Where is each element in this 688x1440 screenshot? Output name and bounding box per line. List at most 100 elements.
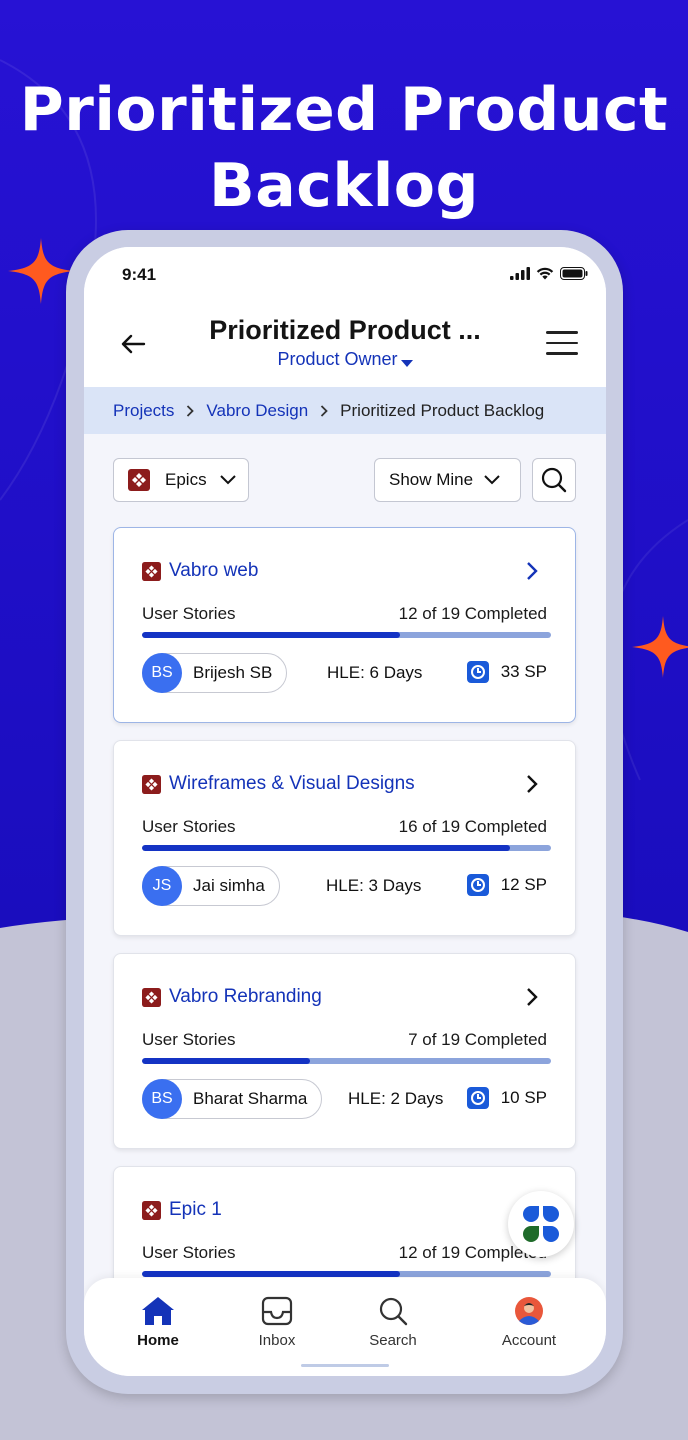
search-icon xyxy=(379,1297,408,1326)
show-mine-label: Show Mine xyxy=(389,470,474,489)
progress-bar xyxy=(142,632,551,638)
avatar: BS xyxy=(142,653,182,693)
tab-home-label: Home xyxy=(137,1332,179,1349)
tab-home[interactable]: Home xyxy=(103,1296,213,1349)
epic-icon xyxy=(142,561,161,581)
progress-fill xyxy=(142,1058,310,1064)
tab-account[interactable]: Account xyxy=(474,1296,584,1349)
epic-title[interactable]: Vabro Rebranding xyxy=(169,986,322,1008)
epic-card[interactable]: Vabro Rebranding User Stories 7 of 19 Co… xyxy=(113,953,576,1149)
wifi-icon xyxy=(536,267,554,279)
page-headline: Prioritized Product Backlog xyxy=(0,72,688,224)
home-icon xyxy=(142,1297,174,1325)
tab-inbox-label: Inbox xyxy=(258,1332,296,1349)
epic-icon xyxy=(142,774,161,794)
user-stories-label: User Stories xyxy=(142,817,236,836)
sparkle-icon xyxy=(632,616,688,678)
apps-grid-icon xyxy=(523,1206,559,1242)
progress-bar xyxy=(142,1271,551,1277)
sparkle-icon xyxy=(8,238,74,304)
chevron-right-icon[interactable] xyxy=(523,986,541,1008)
owner-name: Jai simha xyxy=(193,876,265,895)
role-selector[interactable]: Product Owner xyxy=(180,349,510,370)
user-stories-label: User Stories xyxy=(142,1243,236,1262)
story-points-icon xyxy=(466,1087,489,1109)
epic-card[interactable]: Vabro web User Stories 12 of 19 Complete… xyxy=(113,527,576,723)
back-arrow-icon[interactable] xyxy=(118,329,148,359)
story-points-icon xyxy=(466,874,489,896)
chevron-right-icon xyxy=(187,404,195,417)
epic-card[interactable]: Wireframes & Visual Designs User Stories… xyxy=(113,740,576,936)
hamburger-menu-icon[interactable] xyxy=(546,331,578,357)
search-icon xyxy=(541,467,567,493)
status-bar: 9:41 xyxy=(84,247,606,299)
progress-fill xyxy=(142,1271,400,1277)
chevron-right-icon[interactable] xyxy=(523,773,541,795)
epic-card-header: Wireframes & Visual Designs xyxy=(142,773,415,795)
home-indicator xyxy=(301,1364,389,1367)
owner-chip[interactable]: BS Brijesh SB xyxy=(142,653,288,693)
owner-name: Bharat Sharma xyxy=(193,1089,308,1108)
progress-bar xyxy=(142,845,551,851)
headline-line-1: Prioritized Product xyxy=(19,75,669,145)
epic-icon xyxy=(128,469,150,491)
breadcrumb: Projects Vabro Design Prioritized Produc… xyxy=(84,387,606,434)
epic-title[interactable]: Epic 1 xyxy=(169,1199,222,1221)
hle-estimate: HLE: 2 Days xyxy=(348,1089,444,1108)
completed-count: 16 of 19 Completed xyxy=(398,817,547,836)
story-points-icon xyxy=(466,661,489,683)
apps-fab-button[interactable] xyxy=(508,1191,574,1257)
progress-fill xyxy=(142,845,511,851)
status-icons xyxy=(510,266,588,280)
hle-estimate: HLE: 3 Days xyxy=(326,876,422,895)
completed-count: 7 of 19 Completed xyxy=(408,1030,547,1049)
epic-title[interactable]: Wireframes & Visual Designs xyxy=(169,773,415,795)
epic-card-header: Vabro Rebranding xyxy=(142,986,322,1008)
caret-down-icon xyxy=(400,360,413,367)
progress-fill xyxy=(142,632,400,638)
owner-chip[interactable]: JS Jai simha xyxy=(142,866,280,906)
epic-card-header: Vabro web xyxy=(142,560,258,582)
completed-count: 12 of 19 Completed xyxy=(398,604,547,623)
epic-icon xyxy=(142,1200,161,1220)
signal-icon xyxy=(510,266,530,280)
show-mine-dropdown[interactable]: Show Mine xyxy=(374,458,521,502)
avatar: BS xyxy=(142,1079,182,1119)
chevron-right-icon xyxy=(321,404,328,417)
phone-screen: 9:41 Prioritized Product ... Product Own… xyxy=(84,247,606,1376)
epic-title[interactable]: Vabro web xyxy=(169,560,258,582)
account-avatar-icon xyxy=(515,1297,543,1325)
tab-search-label: Search xyxy=(369,1332,417,1349)
avatar: JS xyxy=(142,866,182,906)
story-points-value: 12 SP xyxy=(500,875,547,894)
breadcrumb-item-current: Prioritized Product Backlog xyxy=(340,400,545,420)
role-selector-label: Product Owner xyxy=(277,349,398,369)
hle-estimate: HLE: 6 Days xyxy=(327,663,423,682)
owner-name: Brijesh SB xyxy=(193,663,273,682)
tab-search[interactable]: Search xyxy=(338,1296,448,1349)
epic-icon xyxy=(142,987,161,1007)
status-time: 9:41 xyxy=(122,265,157,284)
battery-icon xyxy=(560,266,588,280)
page-title: Prioritized Product ... xyxy=(209,315,481,345)
story-points-value: 10 SP xyxy=(500,1088,547,1107)
epics-dropdown[interactable]: Epics xyxy=(113,458,249,502)
breadcrumb-item-projects[interactable]: Projects xyxy=(113,401,174,421)
chevron-down-icon xyxy=(484,475,500,485)
chevron-right-icon[interactable] xyxy=(523,560,541,582)
chevron-down-icon xyxy=(219,475,236,485)
breadcrumb-item-vabro-design[interactable]: Vabro Design xyxy=(206,401,308,421)
user-stories-label: User Stories xyxy=(142,604,236,623)
story-points: 33 SP xyxy=(466,661,547,683)
search-button[interactable] xyxy=(532,458,576,502)
story-points-value: 33 SP xyxy=(500,662,547,681)
story-points: 10 SP xyxy=(466,1087,547,1109)
inbox-icon xyxy=(261,1296,293,1326)
tab-account-label: Account xyxy=(501,1332,557,1349)
epic-card-header: Epic 1 xyxy=(142,1199,222,1221)
headline-line-2: Backlog xyxy=(209,151,479,221)
tab-inbox[interactable]: Inbox xyxy=(222,1296,332,1349)
owner-chip[interactable]: BS Bharat Sharma xyxy=(142,1079,323,1119)
app-bar: Prioritized Product ... Product Owner xyxy=(84,299,606,387)
user-stories-label: User Stories xyxy=(142,1030,236,1049)
